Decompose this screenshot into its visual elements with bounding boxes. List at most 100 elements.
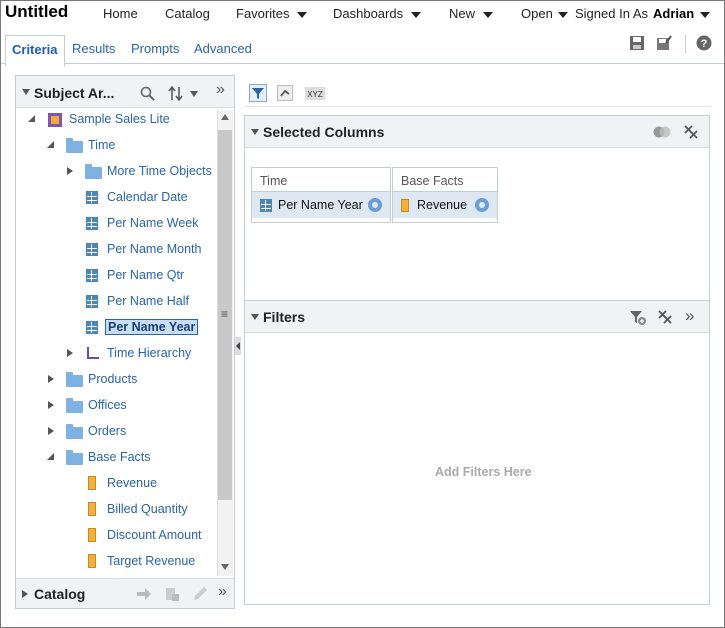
tree-node-label: Per Name Week <box>107 216 199 230</box>
tree-node-label: Discount Amount <box>107 528 202 542</box>
folder-icon <box>85 164 102 179</box>
filter-icon[interactable] <box>249 84 267 102</box>
selected-columns-section: Selected Columns Time Per Name Year Base… <box>244 115 710 301</box>
menu-open[interactable]: Open <box>521 6 568 21</box>
add-filters-placeholder: Add Filters Here <box>435 465 532 479</box>
collapse-node-icon[interactable] <box>47 453 54 460</box>
chevron-down-icon <box>297 11 308 18</box>
gear-icon[interactable] <box>475 198 489 212</box>
tree-node-label: Per Name Half <box>107 294 189 308</box>
collapse-panel-icon[interactable] <box>22 89 30 95</box>
subject-areas-header: Subject Ar... » <box>16 76 234 108</box>
measure-icon <box>88 502 96 516</box>
tree-node-label: Products <box>88 372 138 386</box>
menu-home[interactable]: Home <box>103 6 138 21</box>
collapse-section-icon[interactable] <box>251 314 259 320</box>
tree-node-label: Base Facts <box>88 450 151 464</box>
chevron-down-icon[interactable] <box>190 91 198 97</box>
scroll-up-icon[interactable] <box>221 114 229 120</box>
menu-new[interactable]: New <box>449 6 494 21</box>
column-icon <box>260 199 272 213</box>
catalog-title: Catalog <box>34 586 86 602</box>
add-filter-icon[interactable] <box>629 309 647 326</box>
signed-in-label: Signed In As <box>575 6 648 21</box>
column-icon <box>86 191 98 204</box>
selected-columns-title: Selected Columns <box>263 124 385 140</box>
expand-filters-icon[interactable]: » <box>685 306 694 326</box>
chevron-down-icon <box>411 11 422 18</box>
chevron-down-icon <box>483 11 494 18</box>
tree-node-label: Orders <box>88 424 127 438</box>
tree-node-label: Target Revenue <box>107 554 196 568</box>
folder-icon <box>66 398 83 413</box>
collapse-node-icon[interactable] <box>47 141 54 148</box>
expand-node-icon[interactable] <box>67 349 73 357</box>
save-as-icon[interactable] <box>656 35 672 51</box>
menu-open-label: Open <box>521 6 553 21</box>
user-menu[interactable]: Adrian <box>653 6 711 21</box>
tree-node-label: Time <box>88 138 116 152</box>
resize-handle-icon[interactable]: ≡ <box>221 307 228 321</box>
panel-splitter[interactable] <box>235 337 241 355</box>
filters-title: Filters <box>263 309 306 325</box>
column-chip-revenue[interactable]: Revenue <box>393 192 497 218</box>
scroll-down-icon[interactable] <box>221 564 229 570</box>
tab-prompts[interactable]: Prompts <box>131 41 179 56</box>
column-group-header: Base Facts <box>393 168 497 192</box>
tab-results[interactable]: Results <box>72 41 115 56</box>
help-icon[interactable]: ? <box>696 35 712 51</box>
expand-panel-icon[interactable]: » <box>218 583 227 601</box>
menu-catalog[interactable]: Catalog <box>165 6 210 21</box>
xyz-icon[interactable]: XYZ <box>305 87 325 100</box>
expand-node-icon[interactable] <box>48 401 54 409</box>
expand-node-icon[interactable] <box>48 427 54 435</box>
toggle-view-icon[interactable] <box>653 125 671 139</box>
selected-columns-header: Selected Columns <box>245 116 709 148</box>
chevron-down-icon <box>700 11 711 18</box>
column-icon <box>86 269 98 282</box>
catalog-panel-header[interactable]: Catalog » <box>16 578 234 608</box>
editor-tabs: Criteria Results Prompts Advanced <box>1 27 724 67</box>
subject-area-icon <box>48 113 62 127</box>
measure-icon <box>401 199 409 213</box>
tree-node-label: Per Name Qtr <box>107 268 185 282</box>
analysis-editor-window: Untitled Home Catalog Favorites Dashboar… <box>0 0 725 628</box>
expand-node-icon[interactable] <box>67 167 73 175</box>
tab-criteria[interactable]: Criteria <box>5 35 65 67</box>
menu-favorites-label: Favorites <box>236 6 290 21</box>
remove-all-columns-icon[interactable] <box>683 124 699 140</box>
collapse-section-icon[interactable] <box>251 129 259 135</box>
menu-favorites[interactable]: Favorites <box>236 6 308 21</box>
menu-dashboards[interactable]: Dashboards <box>333 6 422 21</box>
edit-catalog-icon[interactable] <box>164 586 180 602</box>
gear-icon[interactable] <box>368 198 382 212</box>
hierarchy-icon <box>87 347 99 359</box>
refresh-icon[interactable] <box>277 85 293 101</box>
folder-icon <box>66 424 83 439</box>
expand-node-icon[interactable] <box>48 375 54 383</box>
column-icon <box>86 243 98 256</box>
tree-node-label: Calendar Date <box>107 190 188 204</box>
measure-icon <box>88 554 96 568</box>
column-group-base-facts: Base Facts Revenue <box>392 167 498 223</box>
collapse-left-icon[interactable] <box>236 342 240 350</box>
search-icon[interactable] <box>140 86 155 101</box>
column-chip-per-name-year[interactable]: Per Name Year <box>252 192 390 218</box>
filters-header: Filters » <box>245 301 709 333</box>
expand-catalog-icon[interactable] <box>22 590 28 598</box>
tab-advanced[interactable]: Advanced <box>194 41 252 56</box>
collapse-node-icon[interactable] <box>28 115 35 122</box>
tree-node-label: Per Name Month <box>107 242 202 256</box>
expand-panel-icon[interactable]: » <box>216 81 225 99</box>
tree-node-label: Time Hierarchy <box>107 346 192 360</box>
folder-icon <box>66 450 83 465</box>
column-chip-label: Revenue <box>417 198 468 212</box>
save-icon[interactable] <box>629 35 645 51</box>
sort-icon[interactable] <box>168 86 184 101</box>
arrow-right-icon[interactable] <box>136 587 152 601</box>
remove-all-filters-icon[interactable] <box>657 309 673 325</box>
pencil-icon[interactable] <box>192 586 208 602</box>
subject-areas-panel: Subject Ar... » Sample Sales Lite Time M… <box>15 75 235 609</box>
column-group-header: Time <box>252 168 390 192</box>
measure-icon <box>88 476 96 490</box>
